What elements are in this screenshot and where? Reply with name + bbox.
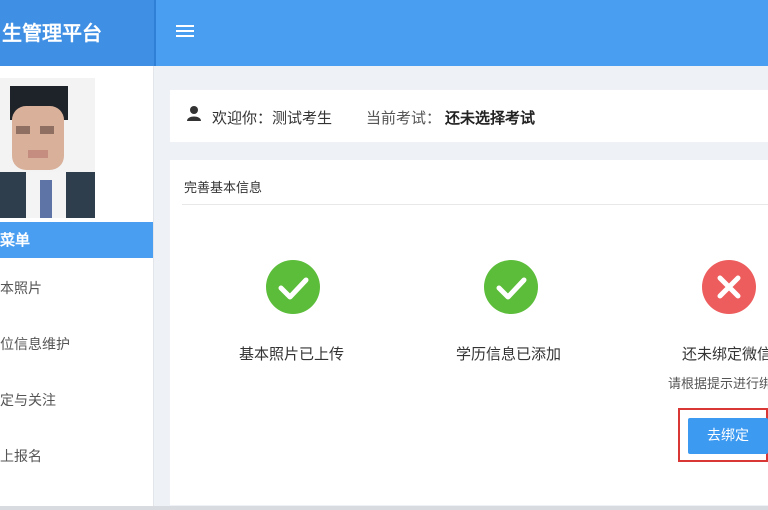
current-exam-value: 还未选择考试 xyxy=(445,109,536,127)
sidebar: 菜单 本照片 位信息维护 定与关注 上报名 xyxy=(0,66,154,510)
step-wechat-hint: 请根据提示进行绑 xyxy=(668,377,768,392)
current-exam-label: 当前考试： xyxy=(366,109,442,127)
bind-wechat-button[interactable]: 去绑定 xyxy=(688,418,768,454)
avatar-photo xyxy=(0,78,95,218)
bottom-border xyxy=(0,506,768,510)
sidebar-item-binding[interactable]: 定与关注 xyxy=(0,386,153,416)
step-degree-status: 学历信息已添加 xyxy=(456,345,562,363)
checkmark-icon xyxy=(266,260,320,314)
step-wechat-status: 还未绑定微信 xyxy=(682,345,768,363)
step-photo-status: 基本照片已上传 xyxy=(239,345,345,363)
avatar xyxy=(0,78,95,218)
sidebar-menu-header: 菜单 xyxy=(0,222,153,258)
checkmark-icon xyxy=(484,260,538,314)
panel-title: 完善基本信息 xyxy=(184,181,263,196)
sidebar-item-photo[interactable]: 本照片 xyxy=(0,274,153,304)
brand-divider xyxy=(154,0,156,66)
sidebar-item-registration[interactable]: 上报名 xyxy=(0,442,153,472)
welcome-text: 欢迎你：测试考生 xyxy=(212,109,333,127)
sidebar-item-degree-info[interactable]: 位信息维护 xyxy=(0,330,153,360)
close-icon xyxy=(702,260,756,314)
panel-divider xyxy=(182,204,768,205)
user-icon xyxy=(187,106,201,121)
app-title: 生管理平台 xyxy=(0,0,154,66)
menu-toggle-icon[interactable] xyxy=(176,22,198,44)
